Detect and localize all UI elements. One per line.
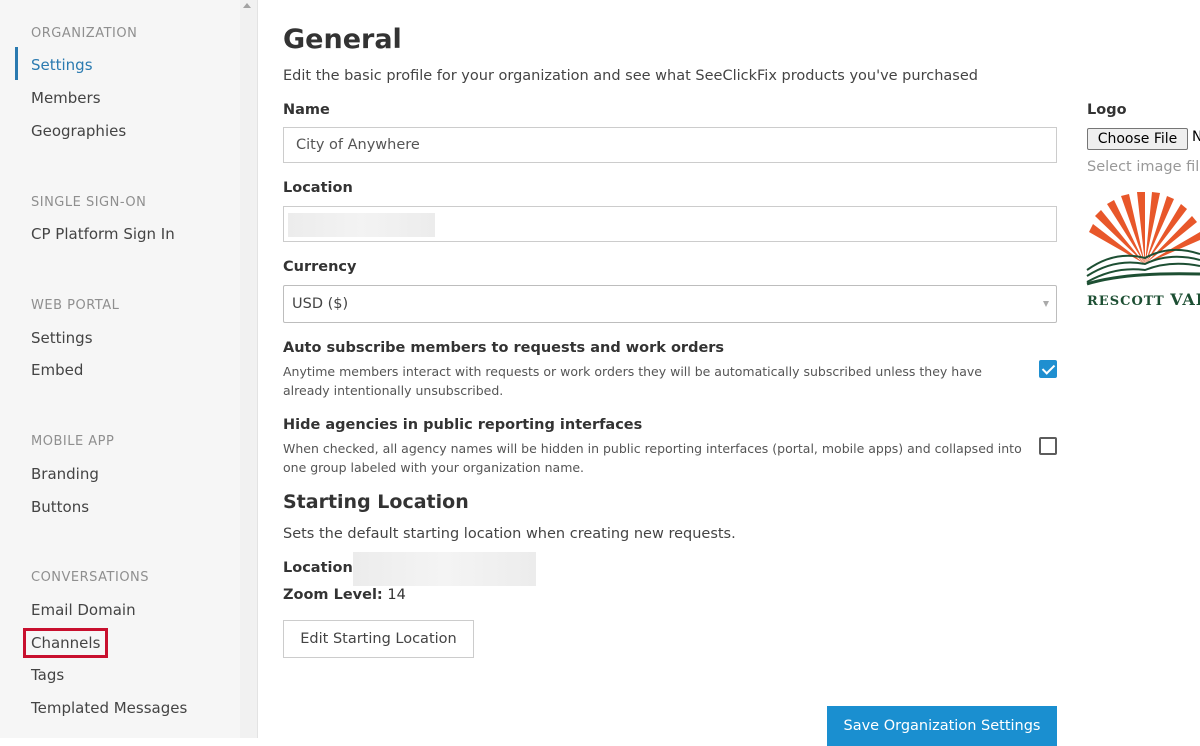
- currency-selected-value: USD ($): [292, 296, 349, 312]
- starting-location-row: Location:: [283, 560, 359, 576]
- sidebar-scrollbar[interactable]: [240, 0, 258, 738]
- sidebar-item-branding[interactable]: Branding: [31, 465, 99, 483]
- page-subtitle: Edit the basic profile for your organiza…: [283, 68, 978, 84]
- starting-location-description: Sets the default starting location when …: [283, 526, 736, 542]
- starting-location-label: Location:: [283, 560, 359, 576]
- section-title-single-sign-on: SINGLE SIGN-ON: [31, 195, 147, 210]
- starting-location-title: Starting Location: [283, 491, 469, 513]
- sidebar-item-buttons[interactable]: Buttons: [31, 498, 89, 516]
- name-input[interactable]: City of Anywhere: [283, 127, 1057, 163]
- sidebar-item-settings[interactable]: Settings: [31, 56, 93, 74]
- sidebar-item-templated-messages[interactable]: Templated Messages: [31, 699, 187, 717]
- sidebar-item-channels[interactable]: Channels: [22, 628, 109, 658]
- logo-wordmark: RESCOTT VAL: [1087, 290, 1200, 309]
- zoom-level-value: 14: [387, 587, 406, 603]
- section-title-conversations: CONVERSATIONS: [31, 570, 150, 585]
- sidebar-item-portal-settings[interactable]: Settings: [31, 329, 93, 347]
- zoom-level-label: Zoom Level:: [283, 587, 383, 603]
- scroll-up-arrow-icon[interactable]: [243, 3, 251, 8]
- page-title: General: [283, 24, 402, 55]
- sidebar-item-email-domain[interactable]: Email Domain: [31, 601, 136, 619]
- starting-location-redacted-value: [353, 552, 536, 586]
- auto-subscribe-description: Anytime members interact with requests o…: [283, 364, 982, 398]
- edit-starting-location-button[interactable]: Edit Starting Location: [283, 620, 474, 658]
- auto-subscribe-title: Auto subscribe members to requests and w…: [283, 340, 725, 356]
- currency-select[interactable]: USD ($): [283, 285, 1057, 323]
- sidebar-item-tags[interactable]: Tags: [31, 666, 64, 684]
- name-label: Name: [283, 102, 330, 118]
- hide-agencies-description: When checked, all agency names will be h…: [283, 441, 1022, 475]
- section-title-organization: ORGANIZATION: [31, 26, 138, 41]
- zoom-level-row: Zoom Level: 14: [283, 587, 406, 603]
- section-title-web-portal: WEB PORTAL: [31, 298, 120, 313]
- currency-label: Currency: [283, 259, 357, 275]
- active-indicator: [15, 47, 18, 80]
- sidebar-item-embed[interactable]: Embed: [31, 361, 83, 379]
- hide-agencies-title: Hide agencies in public reporting interf…: [283, 417, 643, 433]
- location-redacted-value: [288, 213, 435, 237]
- file-status-text: N: [1192, 129, 1200, 145]
- auto-subscribe-checkbox[interactable]: [1039, 360, 1057, 378]
- logo-label: Logo: [1087, 102, 1127, 118]
- sidebar-item-members[interactable]: Members: [31, 89, 101, 107]
- section-title-mobile-app: MOBILE APP: [31, 434, 115, 449]
- chevron-down-icon: [1043, 301, 1049, 307]
- hide-agencies-checkbox[interactable]: [1039, 437, 1057, 455]
- save-organization-settings-button[interactable]: Save Organization Settings: [827, 706, 1057, 746]
- location-label: Location: [283, 180, 353, 196]
- sun-rays-icon: [1089, 192, 1200, 264]
- mountains-icon: [1086, 248, 1200, 283]
- sidebar: ORGANIZATION Settings Members Geographie…: [0, 0, 240, 738]
- select-image-hint: Select image file: [1087, 159, 1200, 175]
- choose-file-button[interactable]: Choose File: [1087, 128, 1188, 150]
- sidebar-item-geographies[interactable]: Geographies: [31, 122, 126, 140]
- sidebar-item-cp-platform-sign-in[interactable]: CP Platform Sign In: [31, 225, 175, 243]
